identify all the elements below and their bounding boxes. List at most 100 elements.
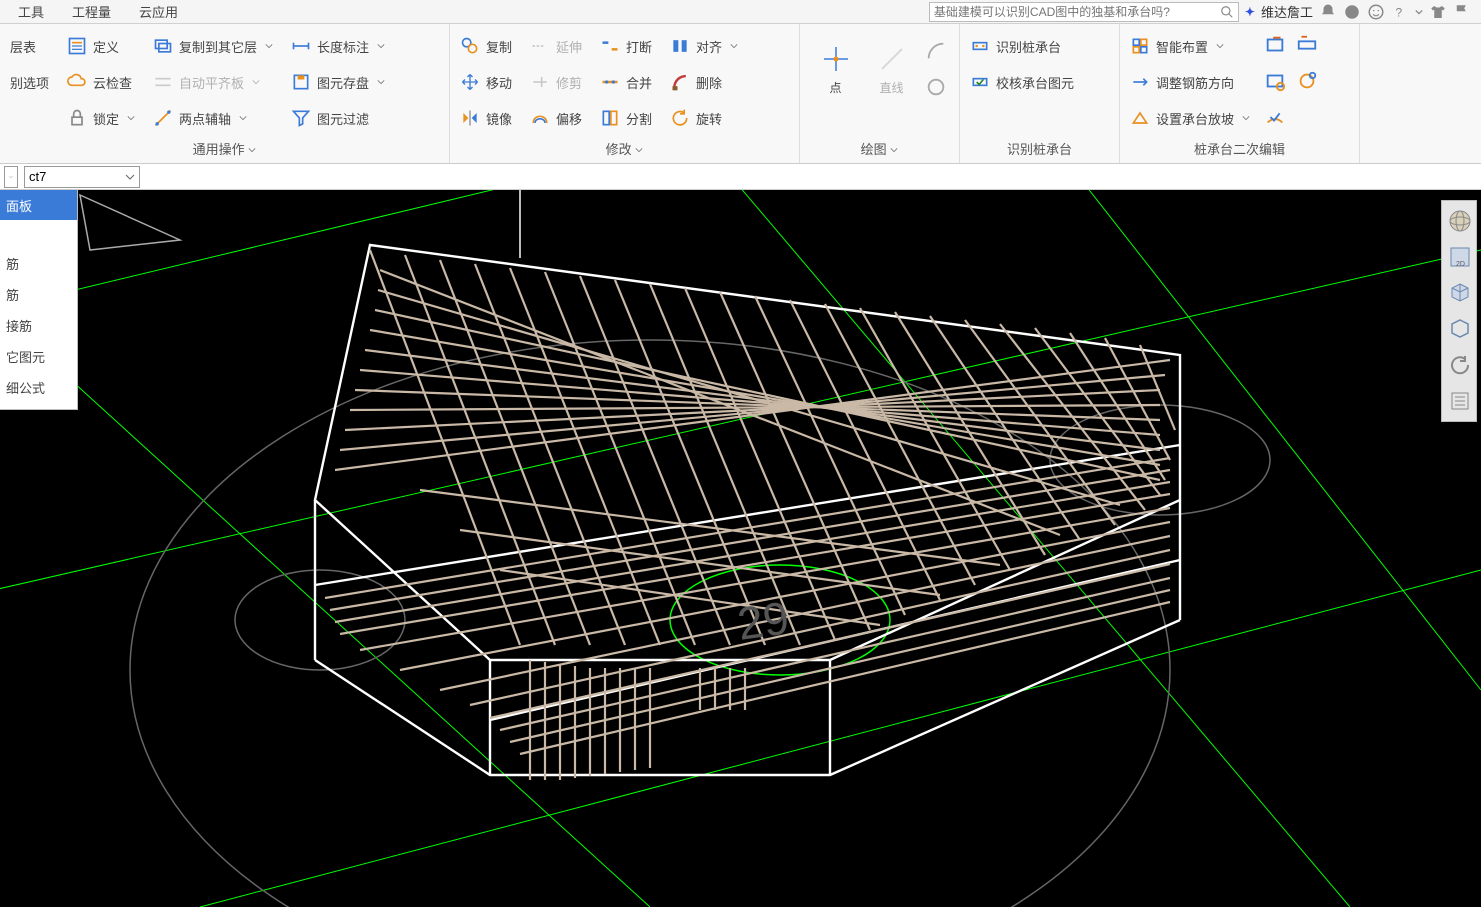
layers-icon [153,36,173,56]
edit-cap-icon4[interactable] [1296,34,1318,56]
chat-icon[interactable] [1343,3,1361,21]
btn-offset[interactable]: 偏移 [526,104,586,132]
btn-point[interactable]: 点 [813,34,859,104]
btn-recognize-cap[interactable]: 识别桩承台 [966,32,1078,60]
btn-rotate[interactable]: 旋转 [666,104,742,132]
menubar-right: ✦ 维达詹工 ? [929,2,1481,22]
verify-icon [970,72,990,92]
chevron-down-icon [635,146,643,154]
navball-button[interactable] [1446,207,1474,235]
search-box[interactable] [929,2,1239,22]
group-label-draw: 绘图 [806,136,953,163]
move-icon [460,72,480,92]
btn-element-save[interactable]: 图元存盘 [287,68,389,96]
user-area: ✦ 维达詹工 ? [1245,2,1471,21]
btn-define[interactable]: 定义 [63,32,139,60]
shirt-icon[interactable] [1429,3,1447,21]
combo-small[interactable] [4,166,18,188]
menu-cloud[interactable]: 云应用 [125,2,192,21]
viewport-3d[interactable]: 29 [0,190,1481,907]
btn-two-point-axis[interactable]: 两点辅轴 [149,104,277,132]
btn-move[interactable]: 移动 [456,68,516,96]
btn-auto-level[interactable]: 自动平齐板 [149,68,277,96]
view-settings-button[interactable] [1446,387,1474,415]
btn-slope[interactable]: 设置承台放坡 [1126,104,1254,132]
btn-copy-other-layer[interactable]: 复制到其它层 [149,32,277,60]
btn-element-filter[interactable]: 图元过滤 [287,104,389,132]
panel-item-formula[interactable]: 细公式 [0,372,77,403]
edit-cap-icon3[interactable] [1264,106,1286,128]
help-dropdown-icon[interactable] [1415,3,1423,21]
btn-rebar-direction[interactable]: 调整钢筋方向 [1126,68,1254,96]
chevron-down-icon [239,114,247,122]
btn-cloud-check[interactable]: 云检查 [63,68,139,96]
circle-icon[interactable] [925,76,947,98]
btn-smart-layout[interactable]: 智能布置 [1126,32,1254,60]
help-icon[interactable]: ? [1391,3,1409,21]
btn-length-dim[interactable]: 长度标注 [287,32,389,60]
cap-icon [970,36,990,56]
user-logo-icon: ✦ [1245,5,1255,19]
btn-delete[interactable]: 删除 [666,68,742,96]
slope-icon [1130,108,1150,128]
chevron-down-icon [265,42,273,50]
chevron-down-icon [377,78,385,86]
btn-verify-cap[interactable]: 校核承台图元 [966,68,1078,96]
chevron-down-icon [9,172,13,182]
face-icon[interactable] [1367,3,1385,21]
panel-item-rebar2[interactable]: 筋 [0,279,77,310]
level-icon [153,72,173,92]
svg-text:29: 29 [734,591,792,650]
bell-icon[interactable] [1319,3,1337,21]
delete-icon [670,72,690,92]
split-icon [600,108,620,128]
btn-mirror[interactable]: 镜像 [456,104,516,132]
btn-split[interactable]: 分割 [596,104,656,132]
btn-line[interactable]: 直线 [869,34,915,104]
combo-name[interactable] [24,166,140,188]
btn-align[interactable]: 对齐 [666,32,742,60]
menu-bar: 工具 工程量 云应用 ✦ 维达詹工 ? [0,0,1481,24]
flag-icon[interactable] [1453,3,1471,21]
edit-cap-icon5[interactable] [1296,70,1318,92]
btn-trim[interactable]: 修剪 [526,68,586,96]
view-iso2-button[interactable] [1446,315,1474,343]
view-rotate-button[interactable] [1446,351,1474,379]
arc-icon[interactable] [925,40,947,62]
ribbon-group-draw: 点 直线 绘图 [800,24,960,163]
ribbon-group-recognize: 识别桩承台 校核承台图元 识别桩承台 [960,24,1120,163]
point-icon [820,43,852,75]
chevron-down-icon [730,42,738,50]
search-icon[interactable] [1220,5,1234,19]
btn-sel-options[interactable]: 别选项 [6,68,53,96]
menu-tools[interactable]: 工具 [4,2,58,21]
user-name[interactable]: 维达詹工 [1261,2,1313,21]
btn-copy[interactable]: 复制 [456,32,516,60]
btn-layer-table[interactable]: 层表 [6,32,53,60]
view-2d-button[interactable]: 2D [1446,243,1474,271]
group-label-general: 通用操作 [6,136,443,163]
left-panel: 面板 筋 筋 接筋 它图元 细公式 [0,190,78,410]
view-toolbar: 2D [1441,200,1477,422]
lock-icon [67,108,87,128]
combo-input[interactable] [29,169,125,184]
btn-break[interactable]: 打断 [596,32,656,60]
panel-item-rebar1[interactable]: 筋 [0,248,77,279]
cloud-icon [67,72,87,92]
view-iso1-button[interactable] [1446,279,1474,307]
btn-extend[interactable]: 延伸 [526,32,586,60]
chevron-down-icon [377,42,385,50]
save-icon [291,72,311,92]
chevron-down-icon [127,114,135,122]
left-panel-header: 面板 [0,190,77,220]
menu-quantity[interactable]: 工程量 [58,2,125,21]
list-icon [67,36,87,56]
btn-lock[interactable]: 锁定 [63,104,139,132]
search-input[interactable] [934,5,1220,19]
svg-text:2D: 2D [1456,261,1465,268]
edit-cap-icon2[interactable] [1264,70,1286,92]
edit-cap-icon1[interactable] [1264,34,1286,56]
btn-merge[interactable]: 合并 [596,68,656,96]
panel-item-other-elem[interactable]: 它图元 [0,341,77,372]
panel-item-joint[interactable]: 接筋 [0,310,77,341]
